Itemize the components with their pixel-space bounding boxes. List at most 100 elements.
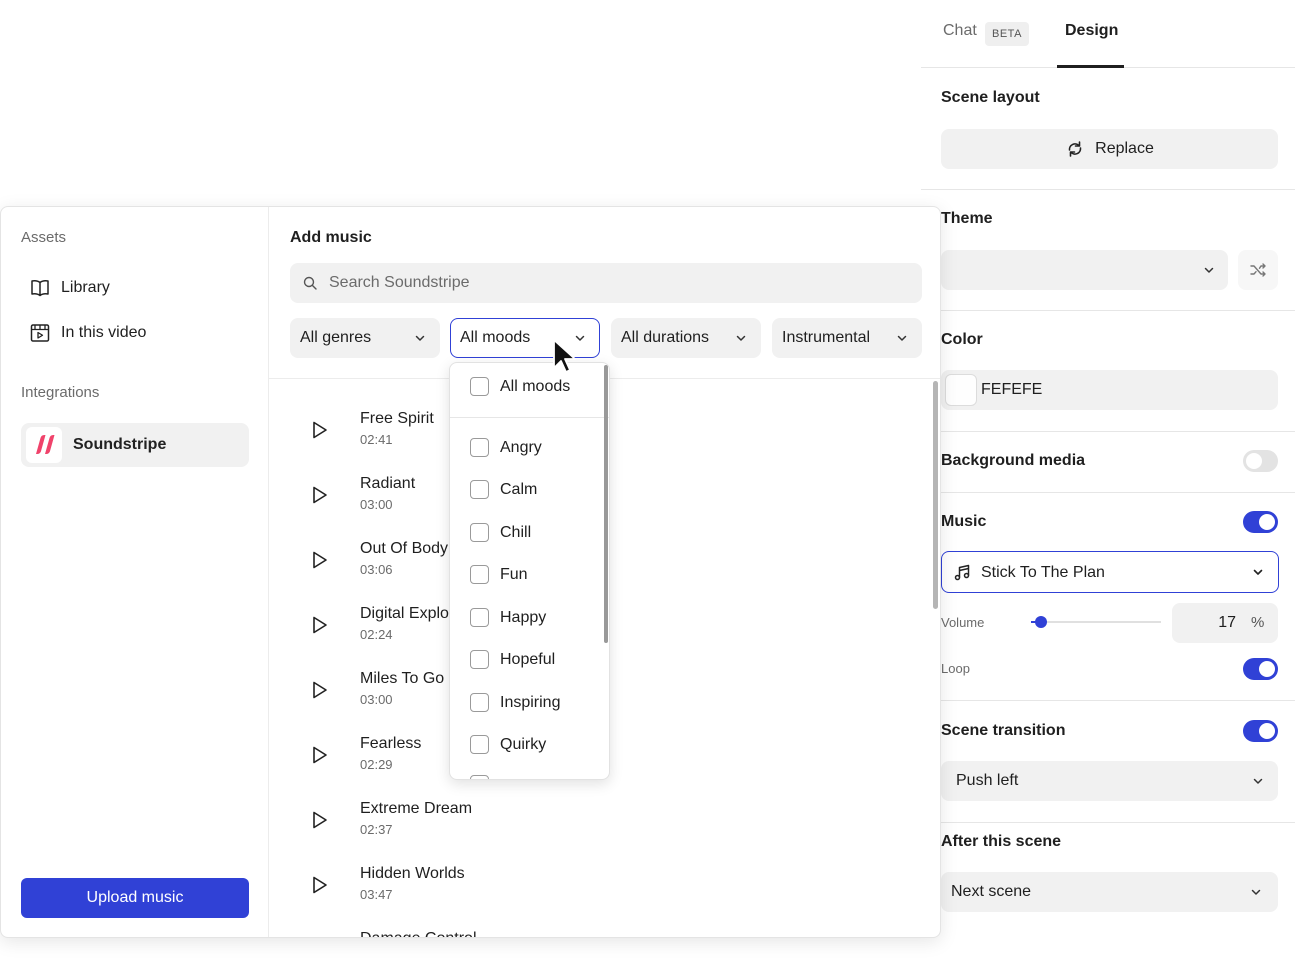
- track-row[interactable]: Extreme Dream 02:37: [269, 797, 909, 862]
- sidebar-item-label: Library: [61, 279, 110, 296]
- loop-label: Loop: [941, 661, 970, 676]
- track-name: Extreme Dream: [360, 800, 473, 817]
- genre-filter[interactable]: All genres: [290, 318, 440, 358]
- panel-tabs: Chat BETA Design: [921, 0, 1295, 68]
- scene-transition-label: Scene transition: [941, 722, 1066, 739]
- dropdown-divider: [450, 417, 609, 418]
- music-note-icon: [954, 564, 970, 581]
- play-icon[interactable]: [309, 549, 331, 571]
- filter-label: Instrumental: [782, 329, 871, 346]
- loop-toggle[interactable]: [1243, 658, 1278, 680]
- track-duration: 02:41: [360, 432, 393, 447]
- replace-layout-button[interactable]: Replace: [941, 129, 1278, 169]
- mood-option[interactable]: Chill: [470, 523, 531, 542]
- color-swatch[interactable]: [945, 374, 977, 406]
- mood-option-partial[interactable]: [470, 775, 489, 779]
- track-list-scrollbar[interactable]: [933, 381, 938, 609]
- track-name: Digital Explo: [360, 605, 449, 622]
- volume-value[interactable]: 17: [1172, 614, 1236, 632]
- track-name: Radiant: [360, 475, 416, 492]
- checkbox[interactable]: [470, 693, 489, 712]
- background-media-toggle[interactable]: [1243, 450, 1278, 472]
- checkbox[interactable]: [470, 438, 489, 457]
- soundstripe-logo-icon: [26, 427, 62, 463]
- mood-option[interactable]: Inspiring: [470, 693, 560, 712]
- play-icon[interactable]: [309, 744, 331, 766]
- track-duration: 02:24: [360, 627, 393, 642]
- shuffle-theme-button[interactable]: [1238, 250, 1278, 290]
- theme-select[interactable]: [941, 250, 1228, 290]
- mood-option-label: Fun: [500, 565, 528, 583]
- color-field[interactable]: FEFEFE: [941, 370, 1278, 410]
- music-track-value: Stick To The Plan: [981, 564, 1105, 581]
- sidebar-item-soundstripe[interactable]: Soundstripe: [21, 423, 249, 467]
- sidebar-item-label: Soundstripe: [73, 436, 167, 453]
- transition-value: Push left: [956, 772, 1019, 789]
- upload-music-button[interactable]: Upload music: [21, 878, 249, 918]
- shuffle-icon: [1250, 263, 1266, 277]
- sidebar-item-in-this-video[interactable]: In this video: [29, 322, 146, 344]
- duration-filter[interactable]: All durations: [611, 318, 761, 358]
- checkbox[interactable]: [470, 650, 489, 669]
- divider: [921, 700, 1295, 701]
- toggle-knob: [1259, 514, 1275, 530]
- mood-option-all[interactable]: All moods: [470, 377, 570, 396]
- checkbox[interactable]: [470, 377, 489, 396]
- tab-chat[interactable]: Chat: [943, 22, 977, 40]
- replace-label: Replace: [1095, 140, 1154, 157]
- mood-option[interactable]: Fun: [470, 565, 528, 584]
- track-row[interactable]: Damage Control: [269, 927, 909, 937]
- mood-option[interactable]: Angry: [470, 438, 542, 457]
- mood-option[interactable]: Hopeful: [470, 650, 555, 669]
- music-track-select[interactable]: Stick To The Plan: [941, 551, 1279, 593]
- divider: [921, 431, 1295, 432]
- checkbox[interactable]: [470, 565, 489, 584]
- checkbox[interactable]: [470, 775, 489, 779]
- play-icon[interactable]: [309, 614, 331, 636]
- music-toggle[interactable]: [1243, 511, 1278, 533]
- toggle-knob: [1246, 453, 1262, 469]
- mood-option[interactable]: Happy: [470, 608, 546, 627]
- color-hex-value[interactable]: FEFEFE: [981, 381, 1042, 399]
- play-icon[interactable]: [309, 809, 331, 831]
- checkbox[interactable]: [470, 735, 489, 754]
- chevron-down-icon: [736, 335, 746, 341]
- dropdown-scrollbar[interactable]: [604, 365, 608, 643]
- mood-option[interactable]: Quirky: [470, 735, 546, 754]
- chevron-down-icon: [1204, 267, 1214, 273]
- scene-transition-toggle[interactable]: [1243, 720, 1278, 742]
- track-row[interactable]: Hidden Worlds 03:47: [269, 862, 909, 927]
- mood-option-label: Happy: [500, 608, 547, 626]
- volume-slider-thumb[interactable]: [1035, 616, 1047, 628]
- track-duration: 03:00: [360, 692, 393, 707]
- track-name: Hidden Worlds: [360, 865, 465, 882]
- search-input[interactable]: Search Soundstripe: [290, 263, 922, 303]
- search-placeholder: Search Soundstripe: [329, 274, 470, 291]
- volume-input[interactable]: 17 %: [1172, 603, 1278, 643]
- checkbox[interactable]: [470, 523, 489, 542]
- asset-sidebar: Assets Library In this video Integration…: [1, 207, 269, 937]
- filter-label: All durations: [621, 329, 710, 346]
- mood-option[interactable]: Calm: [470, 480, 537, 499]
- mood-option-label: Hopeful: [500, 650, 556, 668]
- transition-select[interactable]: Push left: [941, 761, 1278, 801]
- sidebar-item-library[interactable]: Library: [29, 277, 110, 299]
- chevron-down-icon: [897, 335, 907, 341]
- play-icon[interactable]: [309, 419, 331, 441]
- play-icon[interactable]: [309, 679, 331, 701]
- tab-design[interactable]: Design: [1065, 22, 1118, 40]
- checkbox[interactable]: [470, 480, 489, 499]
- track-duration: 02:29: [360, 757, 393, 772]
- play-icon[interactable]: [309, 874, 331, 896]
- track-name: Damage Control: [360, 930, 477, 937]
- checkbox[interactable]: [470, 608, 489, 627]
- after-scene-select[interactable]: Next scene: [941, 872, 1278, 912]
- instrumental-filter[interactable]: Instrumental: [772, 318, 922, 358]
- play-icon[interactable]: [309, 484, 331, 506]
- track-name: Miles To Go: [360, 670, 445, 687]
- search-icon: [303, 276, 317, 290]
- chevron-down-icon: [1253, 569, 1263, 575]
- toggle-knob: [1259, 661, 1275, 677]
- beta-badge: BETA: [985, 22, 1029, 46]
- volume-slider-track[interactable]: [1031, 621, 1161, 623]
